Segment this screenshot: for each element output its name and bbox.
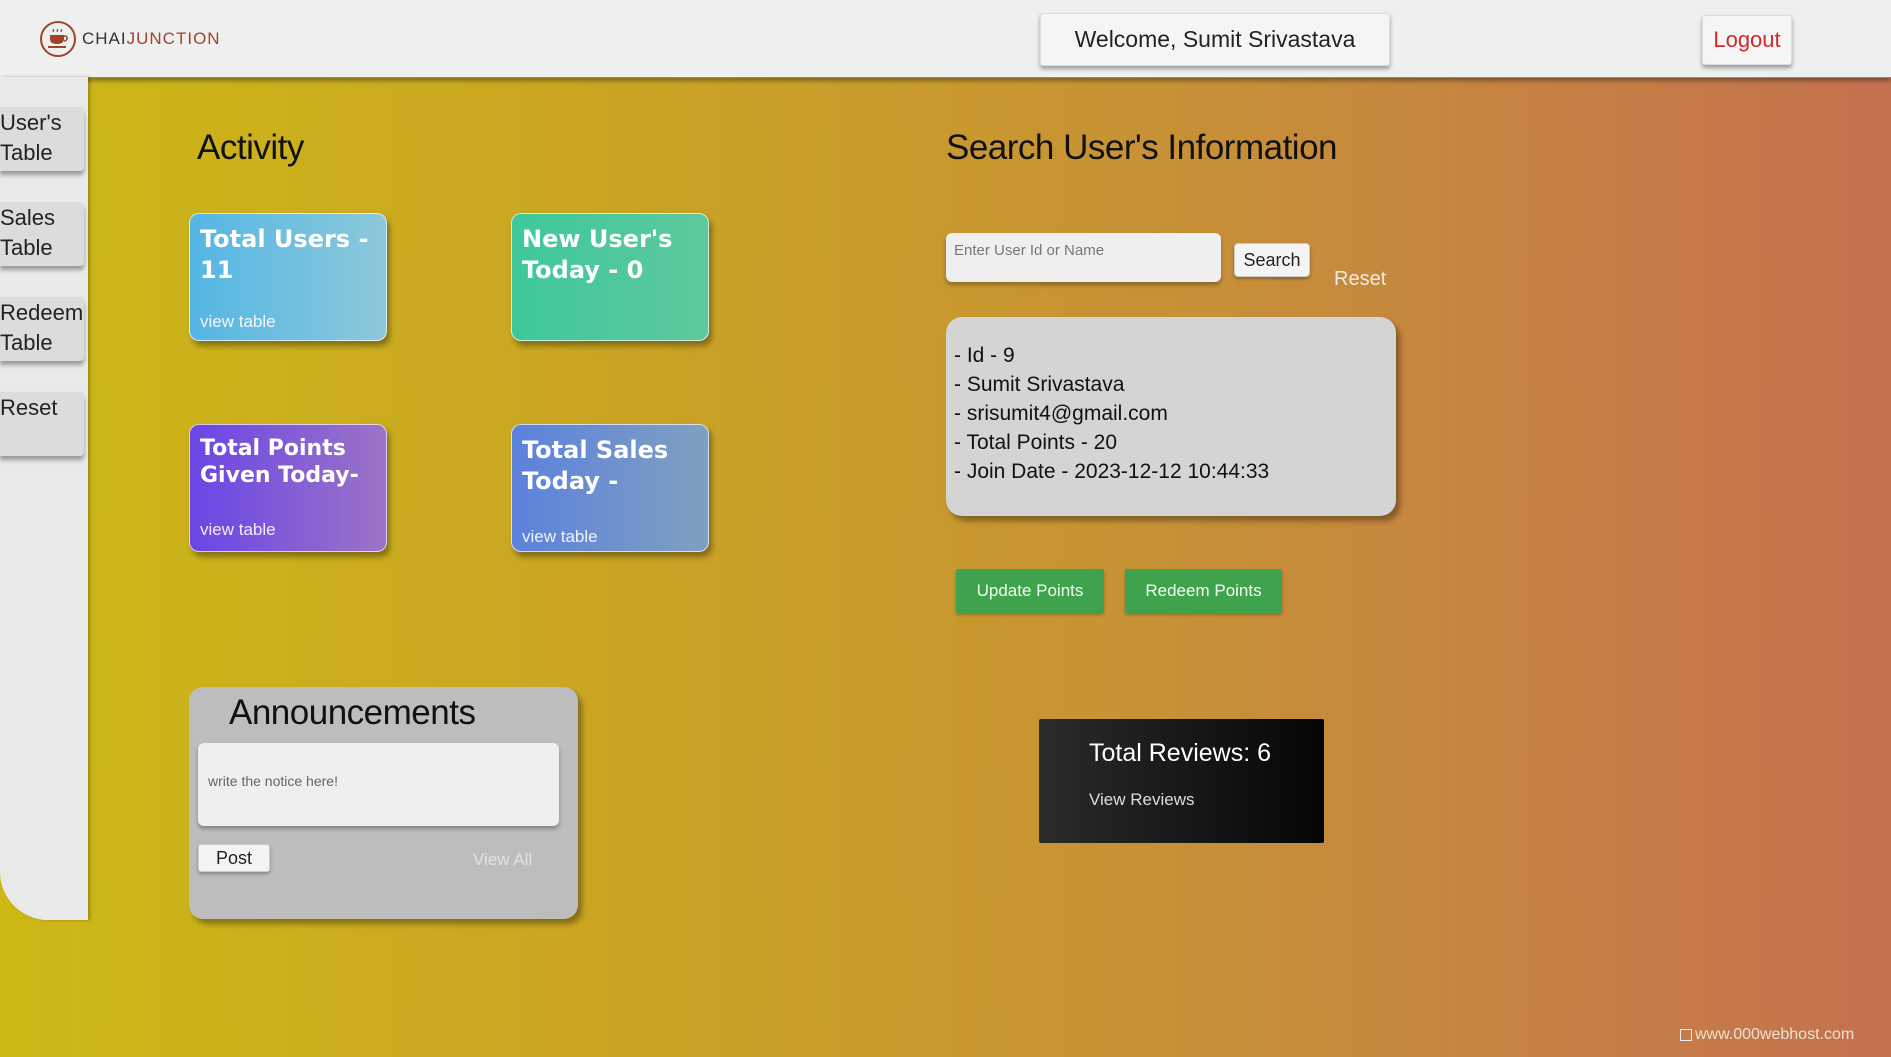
user-info-panel: - Id - 9 - Sumit Srivastava - srisumit4@… bbox=[946, 317, 1396, 516]
total-points-today-card[interactable]: Total Points Given Today- view table bbox=[189, 424, 387, 552]
view-table-link[interactable]: view table bbox=[522, 527, 598, 547]
redeem-points-button[interactable]: Redeem Points bbox=[1125, 569, 1282, 613]
view-all-link[interactable]: View All bbox=[473, 850, 532, 870]
announcements-panel: Announcements Post View All bbox=[189, 687, 578, 919]
sidebar: User's Table Sales Table Redeem Table Re… bbox=[0, 77, 88, 920]
new-users-today-card[interactable]: New User's Today - 0 bbox=[511, 213, 709, 341]
view-reviews-link[interactable]: View Reviews bbox=[1089, 790, 1324, 810]
view-table-link[interactable]: view table bbox=[200, 520, 276, 540]
welcome-message: Welcome, Sumit Srivastava bbox=[1040, 13, 1390, 66]
logout-button[interactable]: Logout bbox=[1702, 15, 1792, 65]
announcements-title: Announcements bbox=[229, 693, 476, 732]
card-title: Total Users - 11 bbox=[200, 225, 369, 284]
sidebar-item-reset[interactable]: Reset bbox=[0, 392, 84, 456]
user-points-line: - Total Points - 20 bbox=[954, 431, 1118, 454]
teacup-icon bbox=[40, 21, 76, 57]
search-title: Search User's Information bbox=[946, 128, 1338, 167]
user-id-line: - Id - 9 bbox=[954, 344, 1015, 367]
user-email-line: - srisumit4@gmail.com bbox=[954, 402, 1168, 425]
sidebar-item-sales-table[interactable]: Sales Table bbox=[0, 202, 84, 266]
logo[interactable]: CHAIJUNCTION bbox=[40, 21, 221, 57]
search-input[interactable] bbox=[946, 233, 1221, 282]
total-sales-today-card[interactable]: Total Sales Today - view table bbox=[511, 424, 709, 552]
total-reviews: Total Reviews: 6 bbox=[1089, 739, 1272, 767]
user-join-date-line: - Join Date - 2023-12-12 10:44:33 bbox=[954, 460, 1270, 483]
view-table-link[interactable]: view table bbox=[200, 312, 276, 332]
logo-prefix: CHAI bbox=[82, 29, 127, 48]
notice-input[interactable] bbox=[198, 743, 559, 826]
card-title: Total Sales Today - bbox=[522, 436, 669, 495]
user-name-line: - Sumit Srivastava bbox=[954, 373, 1125, 396]
post-button[interactable]: Post bbox=[198, 844, 270, 872]
reset-link[interactable]: Reset bbox=[1334, 268, 1386, 291]
update-points-button[interactable]: Update Points bbox=[956, 569, 1104, 613]
reviews-panel: Total Reviews: 6 View Reviews bbox=[1039, 719, 1324, 843]
sidebar-item-redeem-table[interactable]: Redeem Table bbox=[0, 297, 84, 361]
top-bar: CHAIJUNCTION Welcome, Sumit Srivastava L… bbox=[0, 0, 1891, 78]
card-title: Total Points Given Today- bbox=[200, 436, 359, 488]
broken-image-icon bbox=[1680, 1029, 1692, 1041]
card-title: New User's Today - 0 bbox=[522, 225, 673, 284]
logo-suffix: JUNCTION bbox=[126, 29, 221, 48]
hosting-watermark[interactable]: www.000webhost.com bbox=[1680, 1026, 1854, 1044]
total-users-card[interactable]: Total Users - 11 view table bbox=[189, 213, 387, 341]
search-button[interactable]: Search bbox=[1234, 243, 1310, 277]
sidebar-item-users-table[interactable]: User's Table bbox=[0, 107, 84, 171]
logo-text: CHAIJUNCTION bbox=[82, 29, 221, 49]
activity-title: Activity bbox=[197, 128, 304, 167]
watermark-text: www.000webhost.com bbox=[1695, 1026, 1855, 1043]
